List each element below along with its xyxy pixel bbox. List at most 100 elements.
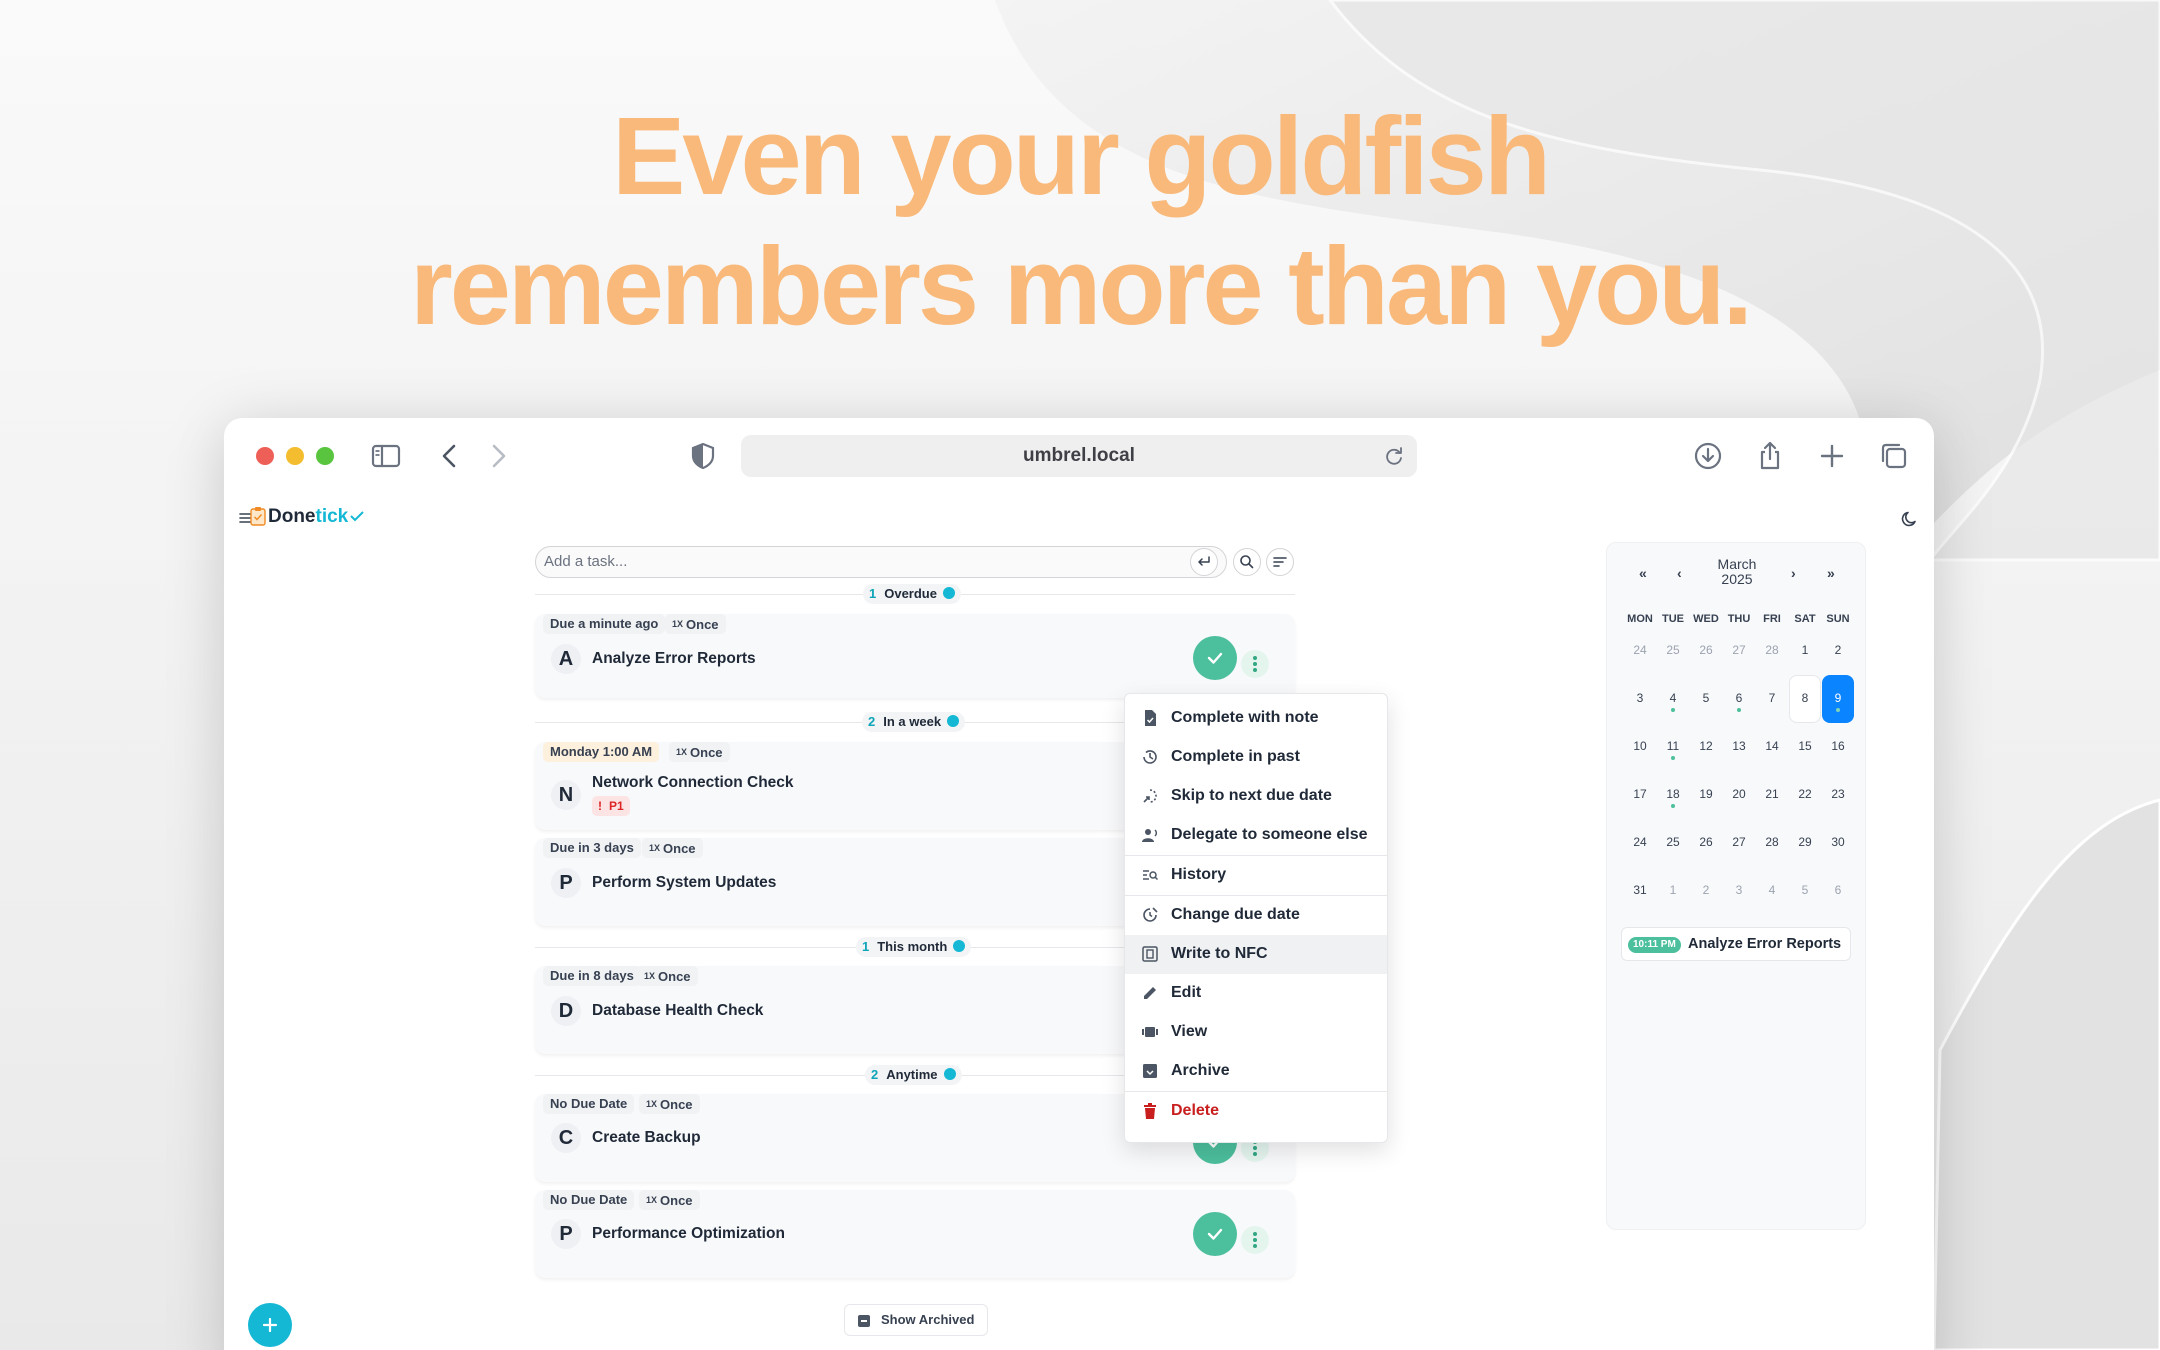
complete-task-button[interactable]: [1193, 636, 1237, 680]
next-year-button[interactable]: »: [1827, 565, 1835, 581]
calendar-day[interactable]: 24: [1625, 643, 1655, 657]
tab-overview-icon[interactable]: [1878, 440, 1910, 472]
calendar-day[interactable]: 22: [1790, 787, 1820, 801]
menu-item-edit[interactable]: Edit: [1125, 974, 1387, 1013]
calendar-day[interactable]: 3: [1724, 883, 1754, 897]
collapse-toggle-icon[interactable]: [942, 587, 955, 599]
downloads-icon[interactable]: [1692, 440, 1724, 472]
calendar-day[interactable]: 26: [1691, 835, 1721, 849]
due-chip: Due in 8 days: [543, 966, 641, 986]
menu-item-skip[interactable]: Skip to next due date: [1125, 777, 1387, 816]
task-card[interactable]: Due a minute ago 1X Once A Analyze Error …: [535, 614, 1295, 698]
brand-logo[interactable]: Donetick: [250, 506, 364, 528]
minimize-window-button[interactable]: [286, 447, 304, 465]
search-button[interactable]: [1233, 548, 1261, 576]
calendar-day[interactable]: 9: [1823, 691, 1853, 705]
calendar-day[interactable]: 27: [1724, 643, 1754, 657]
next-month-button[interactable]: ›: [1791, 565, 1796, 581]
reload-icon[interactable]: [1383, 445, 1405, 467]
show-archived-button[interactable]: Show Archived: [844, 1304, 988, 1336]
calendar-day[interactable]: 11: [1658, 739, 1688, 753]
calendar-day[interactable]: 31: [1625, 883, 1655, 897]
menu-item-write-to-nfc[interactable]: Write to NFC: [1125, 935, 1387, 974]
checkmark-icon: [1207, 1228, 1223, 1240]
calendar-day[interactable]: 27: [1724, 835, 1754, 849]
collapse-toggle-icon[interactable]: [947, 715, 960, 727]
group-label-overdue[interactable]: 1 Overdue: [863, 584, 961, 604]
calendar-day[interactable]: 15: [1790, 739, 1820, 753]
menu-item-archive[interactable]: Archive: [1125, 1052, 1387, 1091]
calendar-event[interactable]: 10:11 PM Analyze Error Reports: [1621, 927, 1851, 961]
calendar-day[interactable]: 12: [1691, 739, 1721, 753]
calendar-day[interactable]: 23: [1823, 787, 1853, 801]
menu-item-complete-in-past[interactable]: Complete in past: [1125, 738, 1387, 777]
calendar-month-year[interactable]: March 2025: [1697, 557, 1777, 587]
calendar-day[interactable]: 21: [1757, 787, 1787, 801]
prev-month-button[interactable]: ‹: [1677, 565, 1682, 581]
menu-item-complete-with-note[interactable]: Complete with note: [1125, 699, 1387, 738]
menu-item-view[interactable]: View: [1125, 1013, 1387, 1052]
calendar-day[interactable]: 3: [1625, 691, 1655, 705]
zoom-window-button[interactable]: [316, 447, 334, 465]
new-tab-plus-icon[interactable]: [1816, 440, 1848, 472]
calendar-day[interactable]: 19: [1691, 787, 1721, 801]
calendar-day[interactable]: 5: [1790, 883, 1820, 897]
calendar-day[interactable]: 20: [1724, 787, 1754, 801]
calendar-day[interactable]: 14: [1757, 739, 1787, 753]
event-title: Analyze Error Reports: [1688, 936, 1842, 952]
calendar-day[interactable]: 5: [1691, 691, 1721, 705]
calendar-month: March: [1717, 556, 1757, 572]
calendar-day[interactable]: 18: [1658, 787, 1688, 801]
complete-task-button[interactable]: [1193, 1212, 1237, 1256]
calendar-day[interactable]: 25: [1658, 643, 1688, 657]
sort-filter-button[interactable]: [1266, 548, 1294, 576]
dark-mode-moon-icon[interactable]: [1900, 509, 1920, 529]
calendar-day[interactable]: 6: [1724, 691, 1754, 705]
calendar-day[interactable]: 1: [1790, 643, 1820, 657]
calendar-day[interactable]: 24: [1625, 835, 1655, 849]
task-more-button[interactable]: [1241, 650, 1269, 678]
calendar-day[interactable]: 25: [1658, 835, 1688, 849]
group-count: 2: [868, 714, 876, 729]
collapse-toggle-icon[interactable]: [953, 940, 966, 952]
sidebar-toggle-icon[interactable]: [370, 440, 402, 472]
menu-item-history[interactable]: History: [1125, 856, 1387, 895]
forward-arrow-icon[interactable]: [482, 440, 514, 472]
calendar-day[interactable]: 17: [1625, 787, 1655, 801]
calendar-day[interactable]: 30: [1823, 835, 1853, 849]
collapse-toggle-icon[interactable]: [943, 1068, 956, 1080]
group-label-in-a-week[interactable]: 2 In a week: [862, 712, 966, 732]
address-bar[interactable]: umbrel.local: [741, 435, 1417, 477]
add-task-fab[interactable]: [248, 1303, 292, 1347]
submit-task-button[interactable]: [1190, 548, 1218, 576]
calendar-day[interactable]: 4: [1658, 691, 1688, 705]
calendar-day[interactable]: 13: [1724, 739, 1754, 753]
privacy-shield-icon[interactable]: [687, 440, 719, 472]
task-card[interactable]: No Due Date 1X Once P Performance Optimiz…: [535, 1190, 1295, 1278]
group-label-this-month[interactable]: 1 This month: [856, 937, 972, 957]
menu-item-delete[interactable]: Delete: [1125, 1092, 1387, 1131]
calendar-day[interactable]: 28: [1757, 643, 1787, 657]
calendar-day[interactable]: 1: [1658, 883, 1688, 897]
prev-year-button[interactable]: «: [1639, 565, 1647, 581]
calendar-day[interactable]: 10: [1625, 739, 1655, 753]
menu-item-change-due-date[interactable]: Change due date: [1125, 896, 1387, 935]
calendar-day[interactable]: 8: [1790, 691, 1820, 705]
task-context-menu: Complete with note Complete in past Skip…: [1124, 693, 1388, 1143]
calendar-day[interactable]: 2: [1823, 643, 1853, 657]
calendar-day[interactable]: 28: [1757, 835, 1787, 849]
calendar-day[interactable]: 7: [1757, 691, 1787, 705]
calendar-day[interactable]: 6: [1823, 883, 1853, 897]
calendar-day[interactable]: 29: [1790, 835, 1820, 849]
back-arrow-icon[interactable]: [434, 440, 466, 472]
close-window-button[interactable]: [256, 447, 274, 465]
task-more-button[interactable]: [1241, 1226, 1269, 1254]
menu-item-delegate[interactable]: Delegate to someone else: [1125, 816, 1387, 855]
calendar-day[interactable]: 26: [1691, 643, 1721, 657]
add-task-input[interactable]: Add a task...: [535, 546, 1227, 578]
calendar-day[interactable]: 2: [1691, 883, 1721, 897]
group-label-anytime[interactable]: 2 Anytime: [865, 1065, 962, 1085]
calendar-day[interactable]: 16: [1823, 739, 1853, 753]
share-icon[interactable]: [1754, 440, 1786, 472]
calendar-day[interactable]: 4: [1757, 883, 1787, 897]
